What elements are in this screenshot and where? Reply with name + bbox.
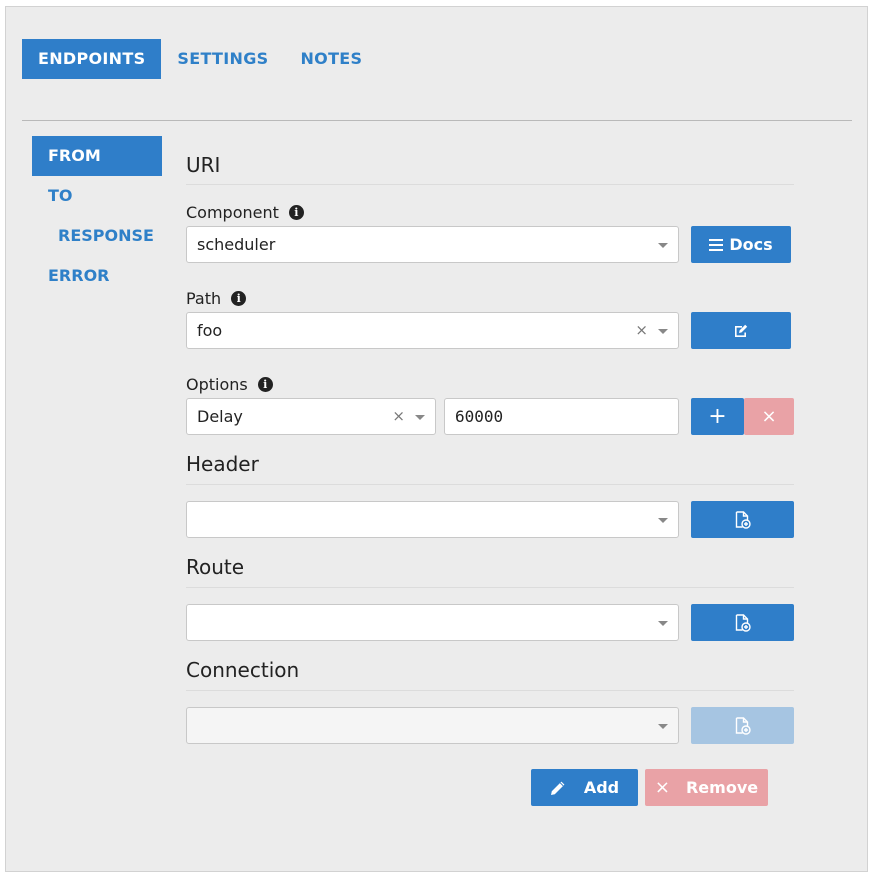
add-button[interactable]: Add bbox=[531, 769, 638, 806]
sidebar-item-error[interactable]: ERROR bbox=[32, 256, 162, 296]
new-connection-button[interactable] bbox=[691, 707, 794, 744]
add-option-button[interactable]: + bbox=[691, 398, 744, 435]
remove-label: Remove bbox=[685, 778, 759, 797]
uri-rule bbox=[186, 184, 794, 185]
header-title: Header bbox=[186, 452, 259, 476]
list-icon bbox=[709, 238, 724, 251]
file-plus-icon bbox=[735, 716, 751, 735]
remove-option-button[interactable]: × bbox=[744, 398, 794, 435]
info-icon[interactable]: i bbox=[257, 377, 273, 392]
endpoint-panel: ENDPOINTS SETTINGS NOTES FROM TO RESPONS… bbox=[5, 6, 868, 872]
tab-settings[interactable]: SETTINGS bbox=[161, 39, 284, 79]
remove-button[interactable]: × Remove bbox=[645, 769, 768, 806]
add-label: Add bbox=[583, 778, 620, 797]
connection-select[interactable] bbox=[186, 707, 679, 744]
tab-bar: ENDPOINTS SETTINGS NOTES bbox=[22, 39, 378, 79]
info-icon[interactable]: i bbox=[231, 291, 247, 306]
header-rule bbox=[186, 484, 794, 485]
chevron-down-icon bbox=[658, 329, 668, 334]
sidebar-item-from[interactable]: FROM bbox=[32, 136, 162, 176]
component-select[interactable]: scheduler bbox=[186, 226, 679, 263]
sidebar-item-to[interactable]: TO bbox=[32, 176, 162, 216]
option-key-value: Delay bbox=[197, 407, 243, 426]
route-select[interactable] bbox=[186, 604, 679, 641]
option-value-input[interactable]: 60000 bbox=[444, 398, 679, 435]
options-label: Options i bbox=[186, 375, 273, 394]
path-select[interactable]: foo × bbox=[186, 312, 679, 349]
new-header-button[interactable] bbox=[691, 501, 794, 538]
edit-icon bbox=[733, 323, 749, 339]
tab-notes[interactable]: NOTES bbox=[284, 39, 378, 79]
docs-button[interactable]: Docs bbox=[691, 226, 791, 263]
route-rule bbox=[186, 587, 794, 588]
component-label: Component i bbox=[186, 203, 304, 222]
sidebar-item-response[interactable]: RESPONSE bbox=[32, 216, 162, 256]
new-route-button[interactable] bbox=[691, 604, 794, 641]
options-label-text: Options bbox=[186, 375, 248, 394]
option-key-select[interactable]: Delay × bbox=[186, 398, 436, 435]
tab-endpoints[interactable]: ENDPOINTS bbox=[22, 39, 162, 79]
path-label-text: Path bbox=[186, 289, 222, 308]
header-select[interactable] bbox=[186, 501, 679, 538]
uri-title: URI bbox=[186, 153, 221, 177]
tab-divider bbox=[22, 120, 852, 121]
close-icon: × bbox=[654, 777, 670, 798]
sidebar: FROM TO RESPONSE ERROR bbox=[32, 136, 162, 296]
docs-label: Docs bbox=[729, 235, 773, 254]
chevron-down-icon bbox=[658, 518, 668, 523]
connection-title: Connection bbox=[186, 658, 300, 682]
path-label: Path i bbox=[186, 289, 247, 308]
path-value: foo bbox=[197, 321, 223, 340]
clear-icon[interactable]: × bbox=[392, 399, 405, 434]
chevron-down-icon bbox=[658, 724, 668, 729]
info-icon[interactable]: i bbox=[288, 205, 304, 220]
chevron-down-icon bbox=[415, 415, 425, 420]
component-label-text: Component bbox=[186, 203, 279, 222]
chevron-down-icon bbox=[658, 243, 668, 248]
component-value: scheduler bbox=[197, 235, 276, 254]
connection-rule bbox=[186, 690, 794, 691]
route-title: Route bbox=[186, 555, 245, 579]
pencil-icon bbox=[550, 780, 566, 796]
edit-path-button[interactable] bbox=[691, 312, 791, 349]
file-plus-icon bbox=[735, 510, 751, 529]
clear-icon[interactable]: × bbox=[635, 313, 648, 348]
chevron-down-icon bbox=[658, 621, 668, 626]
file-plus-icon bbox=[735, 613, 751, 632]
